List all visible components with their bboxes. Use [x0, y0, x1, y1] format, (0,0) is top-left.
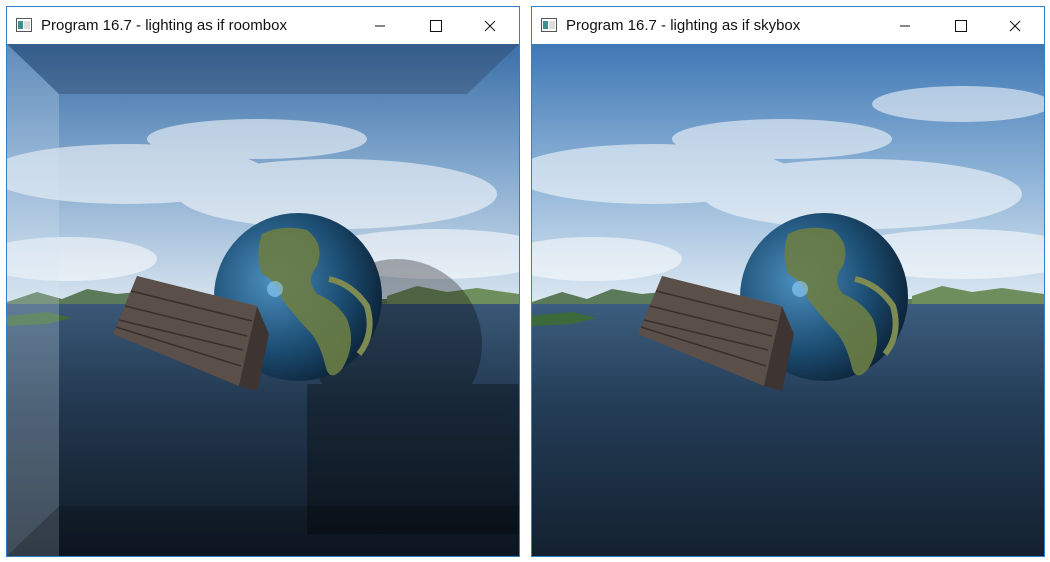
render-viewport[interactable]: [7, 44, 519, 556]
app-icon: [541, 18, 557, 32]
maximize-button[interactable]: [938, 7, 984, 44]
render-viewport[interactable]: [532, 44, 1044, 556]
window-title: Program 16.7 - lighting as if skybox: [566, 17, 801, 34]
minimize-icon: [900, 25, 910, 26]
window-title: Program 16.7 - lighting as if roombox: [41, 17, 287, 34]
minimize-button[interactable]: [357, 7, 403, 44]
minimize-icon: [375, 25, 385, 26]
rendered-scene: [7, 44, 519, 556]
close-button[interactable]: [992, 7, 1038, 44]
close-icon: [1009, 20, 1021, 31]
title-bar[interactable]: Program 16.7 - lighting as if skybox: [532, 7, 1044, 44]
rendered-scene: [532, 44, 1044, 556]
room-ceiling: [7, 44, 519, 94]
window-skybox[interactable]: Program 16.7 - lighting as if skybox: [531, 6, 1045, 557]
minimize-button[interactable]: [882, 7, 928, 44]
title-bar[interactable]: Program 16.7 - lighting as if roombox: [7, 7, 519, 44]
window-roombox[interactable]: Program 16.7 - lighting as if roombox: [6, 6, 520, 557]
maximize-icon: [430, 19, 442, 32]
app-icon: [16, 18, 32, 32]
room-left-wall: [7, 44, 59, 556]
close-icon: [484, 20, 496, 31]
close-button[interactable]: [467, 7, 513, 44]
maximize-icon: [955, 19, 967, 32]
maximize-button[interactable]: [413, 7, 459, 44]
